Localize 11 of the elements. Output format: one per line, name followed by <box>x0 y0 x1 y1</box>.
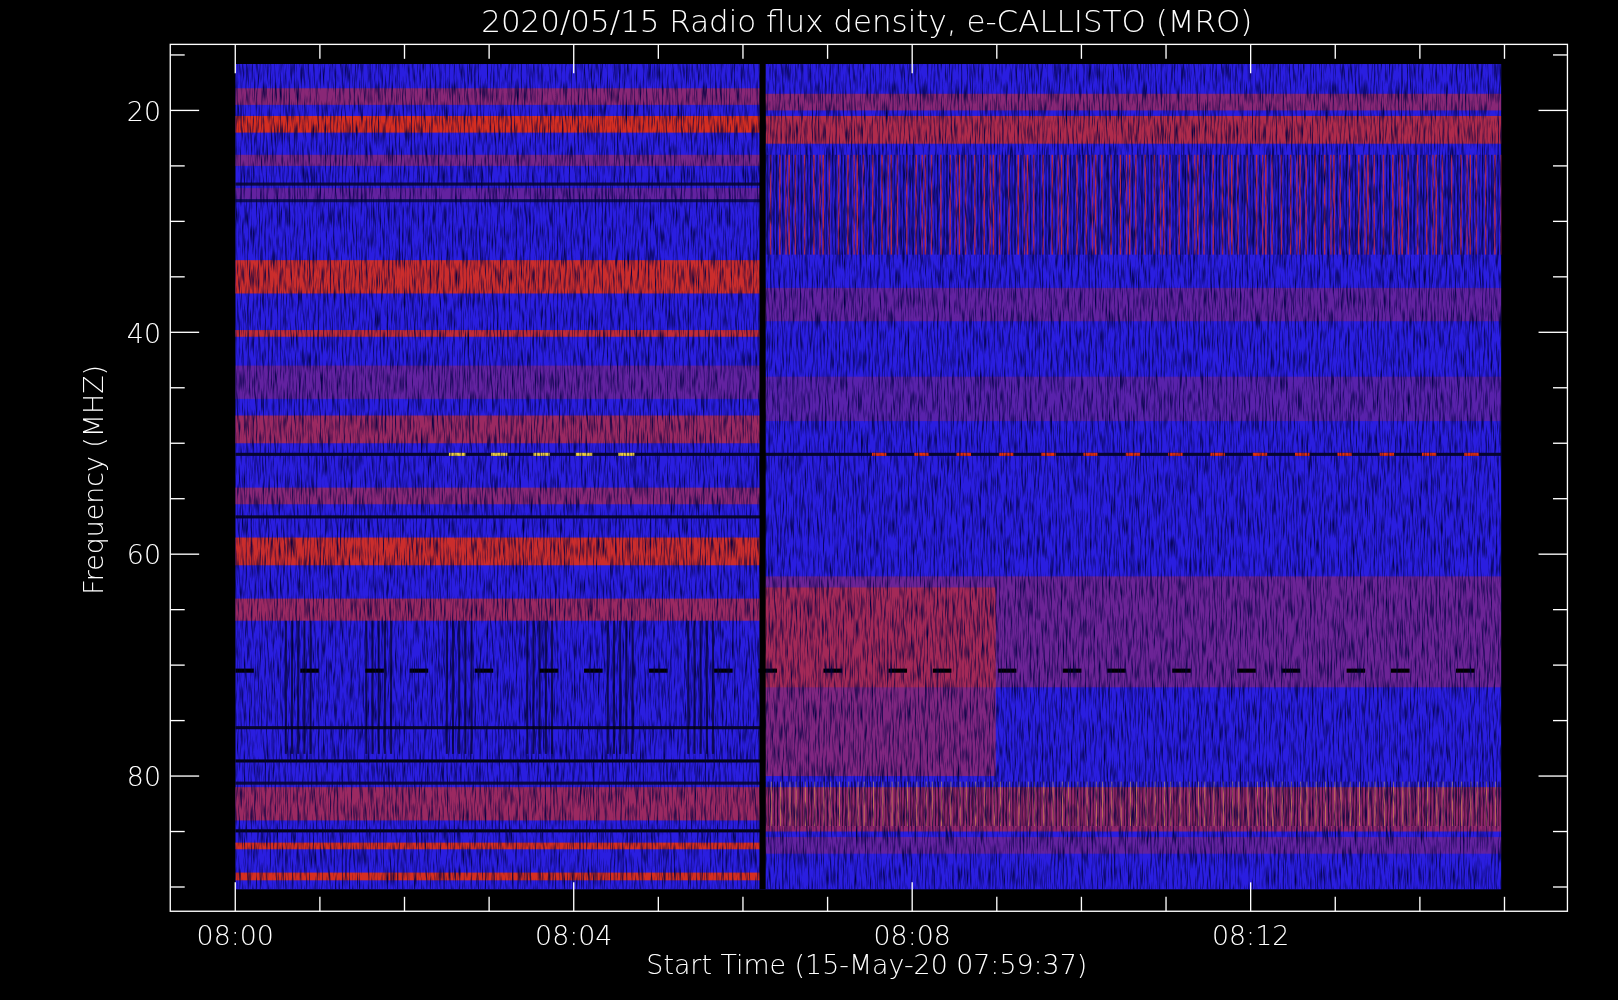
tick-label: 08:12 <box>1212 920 1290 952</box>
tick-label: 08:08 <box>873 920 951 952</box>
axis-label: Start Time (15-May-20 07:59:37) <box>646 949 1088 981</box>
tick-label: 40 <box>126 317 161 349</box>
tick-label: 60 <box>126 539 161 571</box>
tick-label: 80 <box>126 761 161 793</box>
tick-label: 08:04 <box>535 920 613 952</box>
chart-title: 2020/05/15 Radio flux density, e-CALLISTO (MRO) <box>481 3 1253 39</box>
tick-label: 20 <box>126 95 161 127</box>
axis-label: Frequency (MHZ) <box>78 365 110 595</box>
tick-label: 08:00 <box>196 920 274 952</box>
